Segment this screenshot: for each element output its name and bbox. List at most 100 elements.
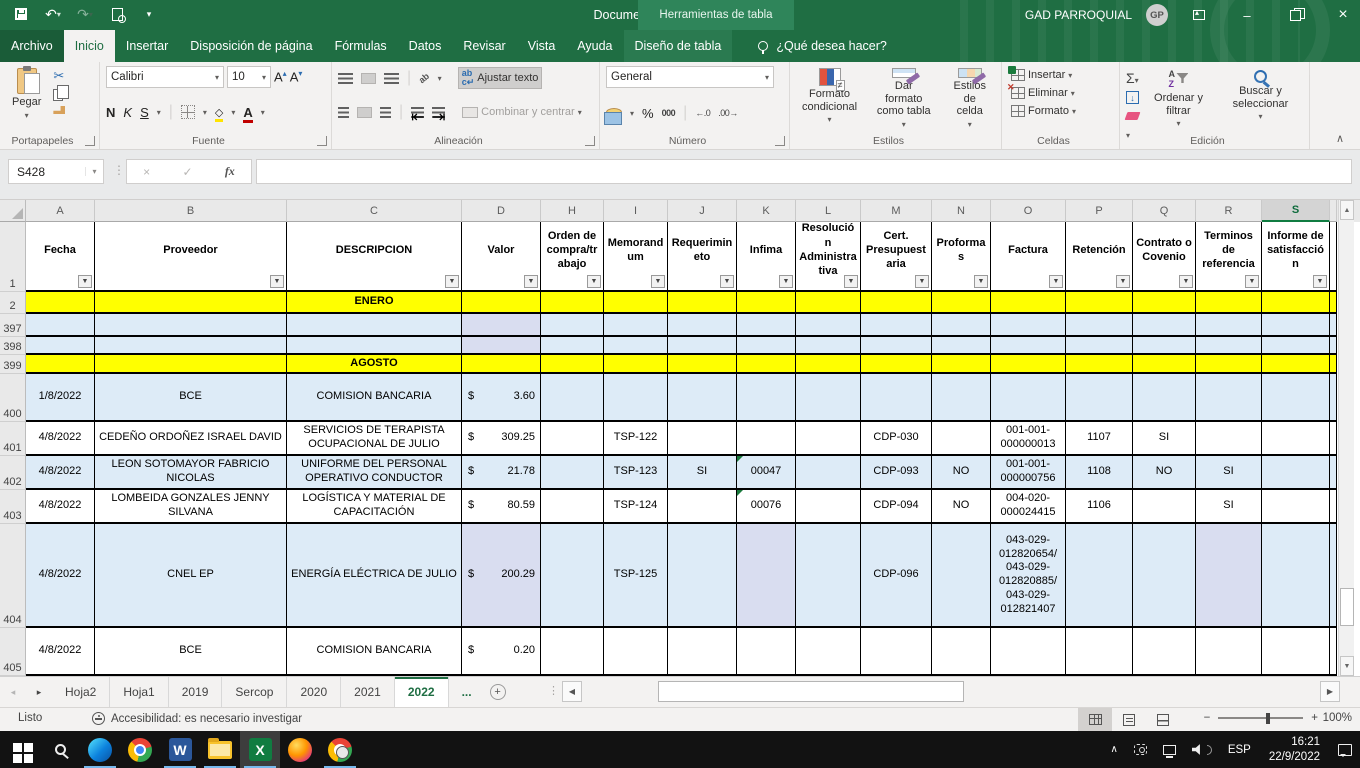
- cell-H397[interactable]: [541, 314, 604, 337]
- cell-K402[interactable]: 00047: [737, 456, 796, 490]
- table-header-A[interactable]: Fecha▼: [26, 222, 95, 292]
- cell-P403[interactable]: 1106: [1066, 490, 1133, 524]
- ribbon-display-options-icon[interactable]: [1182, 0, 1216, 30]
- cell-P400[interactable]: [1066, 374, 1133, 422]
- ribbon-tab-insertar[interactable]: Insertar: [115, 30, 179, 62]
- insert-cells-button[interactable]: Insertar▾: [1008, 68, 1113, 82]
- column-header-Q[interactable]: Q: [1133, 200, 1196, 222]
- cell-D404[interactable]: $200.29: [462, 524, 541, 628]
- cell-O398[interactable]: [991, 337, 1066, 355]
- cell-M400[interactable]: [861, 374, 932, 422]
- cell-J405[interactable]: [668, 628, 737, 676]
- cell-R404[interactable]: [1196, 524, 1262, 628]
- cell-K405[interactable]: [737, 628, 796, 676]
- sheet-tab-hoja2[interactable]: Hoja2: [52, 677, 110, 707]
- cell-K401[interactable]: [737, 422, 796, 456]
- cell-R399[interactable]: [1196, 355, 1262, 374]
- sheet-tab-overflow[interactable]: ...: [449, 677, 485, 707]
- cell-H403[interactable]: [541, 490, 604, 524]
- page-break-view-icon[interactable]: [1146, 708, 1180, 731]
- row-header-2[interactable]: 2: [0, 292, 26, 314]
- align-middle-icon[interactable]: [361, 73, 376, 84]
- cell-K400[interactable]: [737, 374, 796, 422]
- autosum-icon[interactable]: Σ▾: [1126, 70, 1139, 88]
- wrap-text-button[interactable]: abc↵ Ajustar texto: [458, 67, 543, 89]
- filter-button[interactable]: ▼: [587, 275, 601, 288]
- select-all-corner[interactable]: [0, 200, 26, 222]
- ribbon-tab-datos[interactable]: Datos: [398, 30, 453, 62]
- row-header-404[interactable]: 404: [0, 524, 26, 628]
- cell-C398[interactable]: [287, 337, 462, 355]
- font-name-combo[interactable]: Calibri▾: [106, 66, 224, 88]
- cell-H400[interactable]: [541, 374, 604, 422]
- table-header-K[interactable]: Infima▼: [737, 222, 796, 292]
- cell-M405[interactable]: [861, 628, 932, 676]
- cell-I404[interactable]: TSP-​125: [604, 524, 668, 628]
- table-header-I[interactable]: Memorandum▼: [604, 222, 668, 292]
- column-header-B[interactable]: B: [95, 200, 287, 222]
- cell-O404[interactable]: 043-​029-​012820654/​043-​029-​012820885…: [991, 524, 1066, 628]
- ribbon-tab-revisar[interactable]: Revisar: [452, 30, 516, 62]
- page-layout-view-icon[interactable]: [1112, 708, 1146, 731]
- increase-font-icon[interactable]: A▴: [274, 69, 287, 84]
- cell-N397[interactable]: [932, 314, 991, 337]
- tray-expand-icon[interactable]: ∧: [1102, 731, 1125, 768]
- sheet-tab-2021[interactable]: 2021: [341, 677, 395, 707]
- cell-I403[interactable]: TSP-​124: [604, 490, 668, 524]
- cell-I402[interactable]: TSP-​123: [604, 456, 668, 490]
- font-color-icon[interactable]: A: [243, 105, 252, 120]
- cell-Q403[interactable]: [1133, 490, 1196, 524]
- cell-S397[interactable]: [1262, 314, 1330, 337]
- cell-N398[interactable]: [932, 337, 991, 355]
- row-header-403[interactable]: 403: [0, 490, 26, 524]
- cell-R398[interactable]: [1196, 337, 1262, 355]
- cell-L400[interactable]: [796, 374, 861, 422]
- table-header-D[interactable]: Valor▼: [462, 222, 541, 292]
- column-header-M[interactable]: M: [861, 200, 932, 222]
- vertical-scrollbar[interactable]: ▲ ▼: [1338, 200, 1354, 676]
- ribbon-tab-disposición-de-página[interactable]: Disposición de página: [179, 30, 323, 62]
- cell-A399[interactable]: [26, 355, 95, 374]
- cell-D2[interactable]: [462, 292, 541, 314]
- cell-L401[interactable]: [796, 422, 861, 456]
- cell-B402[interactable]: LEON SOTOMAYOR FABRICIO NICOLAS: [95, 456, 287, 490]
- cell-D402[interactable]: $21.78: [462, 456, 541, 490]
- zoom-out-icon[interactable]: −: [1204, 712, 1211, 724]
- cell-O402[interactable]: 001-​001-​000000756: [991, 456, 1066, 490]
- cell-P405[interactable]: [1066, 628, 1133, 676]
- decrease-font-icon[interactable]: A▾: [290, 69, 303, 84]
- cell-C404[interactable]: ENERGÍA ELÉCTRICA DE JULIO: [287, 524, 462, 628]
- cell-A400[interactable]: 1/​8/​2022: [26, 374, 95, 422]
- cell-J2[interactable]: [668, 292, 737, 314]
- minimize-icon[interactable]: –: [1230, 0, 1264, 30]
- filter-button[interactable]: ▼: [1313, 275, 1327, 288]
- sheet-tab-2020[interactable]: 2020: [287, 677, 341, 707]
- cell-I400[interactable]: [604, 374, 668, 422]
- cell-A401[interactable]: 4/​8/​2022: [26, 422, 95, 456]
- hscroll-left-icon[interactable]: ◀: [562, 681, 582, 702]
- cell-D397[interactable]: [462, 314, 541, 337]
- comma-style-icon[interactable]: 000: [662, 108, 676, 118]
- cell-P404[interactable]: [1066, 524, 1133, 628]
- cell-B404[interactable]: CNEL EP: [95, 524, 287, 628]
- restore-icon[interactable]: [1278, 0, 1312, 30]
- column-header-R[interactable]: R: [1196, 200, 1262, 222]
- column-header-S[interactable]: S: [1262, 200, 1330, 222]
- column-header-O[interactable]: O: [991, 200, 1066, 222]
- taskbar-chrome-profile-icon[interactable]: [320, 731, 360, 768]
- language-indicator[interactable]: ESP: [1220, 731, 1259, 768]
- column-header-A[interactable]: A: [26, 200, 95, 222]
- column-header-J[interactable]: J: [668, 200, 737, 222]
- cell-D399[interactable]: [462, 355, 541, 374]
- filter-button[interactable]: ▼: [844, 275, 858, 288]
- cell-C397[interactable]: [287, 314, 462, 337]
- ribbon-tab-vista[interactable]: Vista: [517, 30, 567, 62]
- action-center-icon[interactable]: [1330, 731, 1360, 768]
- cell-B403[interactable]: LOMBEIDA GONZALES JENNY SILVANA: [95, 490, 287, 524]
- column-header-L[interactable]: L: [796, 200, 861, 222]
- bold-button[interactable]: N: [106, 105, 115, 120]
- cell-A402[interactable]: 4/​8/​2022: [26, 456, 95, 490]
- sheet-tab-sercop[interactable]: Sercop: [222, 677, 287, 707]
- cell-B399[interactable]: [95, 355, 287, 374]
- sheet-nav-left-icon[interactable]: ◂: [0, 677, 26, 707]
